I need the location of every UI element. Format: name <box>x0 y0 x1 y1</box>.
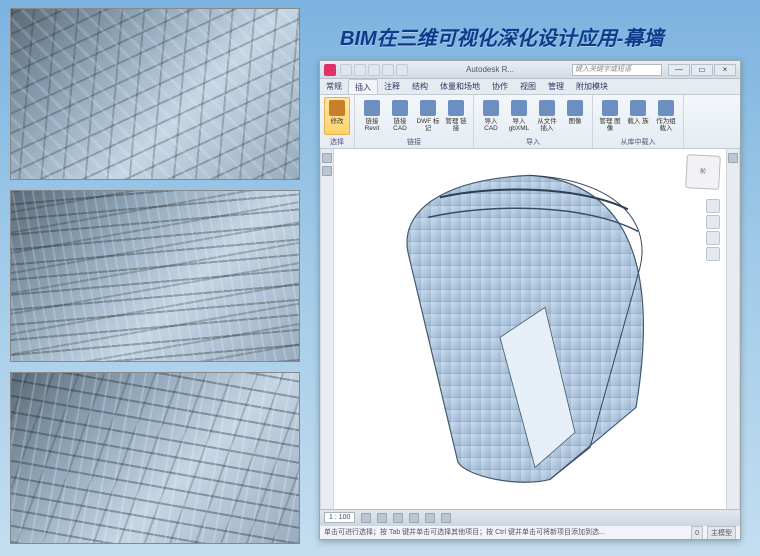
qat-open-icon[interactable] <box>340 64 352 76</box>
ribbon-tabs: 常规 插入 注释 结构 体量和场地 协作 视图 管理 附加模块 <box>320 79 740 95</box>
import-cad-icon <box>483 100 499 116</box>
nav-zoom-icon[interactable] <box>706 231 720 245</box>
image-icon <box>567 100 583 116</box>
titlebar: Autodesk R... 键入关键字或短语 — ▭ × <box>320 61 740 79</box>
modify-button[interactable]: 修改 <box>324 97 350 135</box>
import-cad-button[interactable]: 导入 CAD <box>478 97 504 135</box>
qat-redo-icon[interactable] <box>382 64 394 76</box>
tab-8[interactable]: 附加模块 <box>570 79 614 94</box>
link-revit-button[interactable]: 链接 Revit <box>359 97 385 135</box>
group-load-label: 从库中载入 <box>621 137 656 148</box>
nav-wheel-icon[interactable] <box>706 199 720 213</box>
dwf-markup-button[interactable]: DWF 标记 <box>415 97 441 135</box>
load-family-icon <box>630 100 646 116</box>
manage-links-button[interactable]: 管理 链接 <box>443 97 469 135</box>
palette-icon[interactable] <box>728 153 738 163</box>
tab-5[interactable]: 协作 <box>486 79 514 94</box>
status-icon[interactable] <box>393 513 403 523</box>
group-import: 导入 CAD 导入 gbXML 从文件 插入 图像 导入 <box>474 95 593 148</box>
group-link-label: 链接 <box>407 137 421 148</box>
quick-access-toolbar <box>340 64 408 76</box>
dwf-icon <box>420 100 436 116</box>
load-group-icon <box>658 100 674 116</box>
nav-bar <box>706 199 722 263</box>
right-palette <box>726 149 740 509</box>
slide-title: BIM在三维可视化深化设计应用-幕墙 <box>340 22 663 51</box>
status-icon[interactable] <box>425 513 435 523</box>
minimize-button[interactable]: — <box>668 64 690 76</box>
image-button[interactable]: 图像 <box>562 97 588 135</box>
left-palette <box>320 149 334 509</box>
app-icon[interactable] <box>324 64 336 76</box>
insert-from-file-button[interactable]: 从文件 插入 <box>534 97 560 135</box>
qat-undo-icon[interactable] <box>368 64 380 76</box>
group-select-label: 选择 <box>330 137 344 148</box>
app-window: Autodesk R... 键入关键字或短语 — ▭ × 常规 插入 注释 结构… <box>319 60 741 540</box>
canvas[interactable]: 前 <box>334 149 726 509</box>
link-cad-button[interactable]: 链接 CAD <box>387 97 413 135</box>
maximize-button[interactable]: ▭ <box>691 64 713 76</box>
insert-file-icon <box>539 100 555 116</box>
status-icon[interactable] <box>361 513 371 523</box>
qat-print-icon[interactable] <box>396 64 408 76</box>
hint-text: 单击可进行选择；按 Tab 键并单击可选择其他项目；按 Ctrl 键并单击可将新… <box>324 529 605 536</box>
view-scale[interactable]: 1 : 100 <box>324 512 355 523</box>
tab-2[interactable]: 注释 <box>378 79 406 94</box>
group-select: 修改 选择 <box>320 95 355 148</box>
app-title: Autodesk R... <box>408 65 572 74</box>
status-icon[interactable] <box>377 513 387 523</box>
hint-counter[interactable]: 0 <box>691 526 703 539</box>
render-image-3 <box>10 372 300 544</box>
link-cad-icon <box>392 100 408 116</box>
palette-icon[interactable] <box>322 153 332 163</box>
manage-images-button[interactable]: 管理 图像 <box>597 97 623 135</box>
group-import-label: 导入 <box>526 137 540 148</box>
status-icon[interactable] <box>409 513 419 523</box>
import-gbxml-button[interactable]: 导入 gbXML <box>506 97 532 135</box>
qat-save-icon[interactable] <box>354 64 366 76</box>
load-family-button[interactable]: 载入 族 <box>625 97 651 135</box>
ribbon: 修改 选择 链接 Revit 链接 CAD DWF 标记 管理 链接 链接 导入… <box>320 95 740 149</box>
group-link: 链接 Revit 链接 CAD DWF 标记 管理 链接 链接 <box>355 95 474 148</box>
content-area: 前 <box>320 149 740 509</box>
modify-icon <box>329 100 345 116</box>
group-load: 管理 图像 载入 族 作为组 载入 从库中载入 <box>593 95 684 148</box>
tab-6[interactable]: 视图 <box>514 79 542 94</box>
tab-0[interactable]: 常规 <box>320 79 348 94</box>
render-image-2 <box>10 190 300 362</box>
manage-links-icon <box>448 100 464 116</box>
tab-1[interactable]: 插入 <box>348 79 378 94</box>
search-input[interactable]: 键入关键字或短语 <box>572 64 662 76</box>
close-button[interactable]: × <box>714 64 736 76</box>
nav-orbit-icon[interactable] <box>706 247 720 261</box>
hint-mode[interactable]: 主模型 <box>707 526 736 539</box>
render-image-1 <box>10 8 300 180</box>
manage-images-icon <box>602 100 618 116</box>
load-as-group-button[interactable]: 作为组 载入 <box>653 97 679 135</box>
import-gbxml-icon <box>511 100 527 116</box>
curtain-wall-model <box>380 157 680 487</box>
tab-3[interactable]: 结构 <box>406 79 434 94</box>
nav-pan-icon[interactable] <box>706 215 720 229</box>
tab-4[interactable]: 体量和场地 <box>434 79 486 94</box>
render-column <box>10 8 300 554</box>
status-bar: 1 : 100 <box>320 509 740 525</box>
tab-7[interactable]: 管理 <box>542 79 570 94</box>
modify-label: 修改 <box>331 118 344 125</box>
hint-bar: 单击可进行选择；按 Tab 键并单击可选择其他项目；按 Ctrl 键并单击可将新… <box>320 525 740 539</box>
status-icon[interactable] <box>441 513 451 523</box>
palette-icon[interactable] <box>322 166 332 176</box>
link-revit-icon <box>364 100 380 116</box>
viewcube[interactable]: 前 <box>685 154 721 190</box>
